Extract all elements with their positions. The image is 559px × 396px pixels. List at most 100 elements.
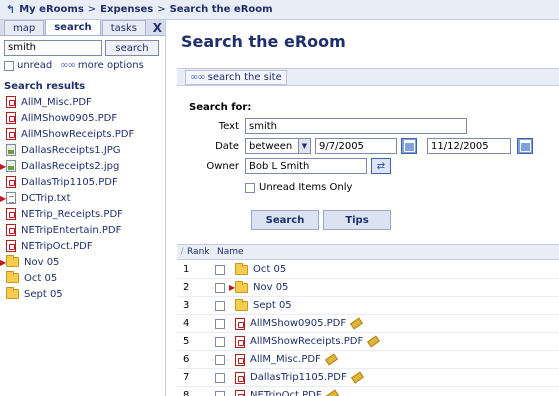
item-name-link[interactable]: AllMShowReceipts.PDF	[250, 336, 363, 347]
table-row[interactable]: 6 AllM_Misc.PDF	[177, 351, 559, 369]
pdf-icon	[235, 335, 245, 348]
tips-button[interactable]: Tips	[323, 210, 391, 230]
row-checkbox[interactable]	[215, 336, 225, 347]
search-result-label: Oct 05	[24, 272, 58, 284]
breadcrumb-item-expenses[interactable]: Expenses	[100, 4, 153, 15]
rank-column-header[interactable]: Rank	[187, 247, 217, 257]
edit-pencil-icon[interactable]	[350, 317, 364, 330]
search-for-heading: Search for:	[189, 102, 252, 113]
search-site-link[interactable]: ∞∞ search the site	[185, 69, 287, 85]
quick-search-input[interactable]: smith	[4, 40, 102, 56]
glasses-icon: ∞∞	[190, 71, 206, 83]
jpg-icon	[6, 160, 16, 172]
rank-cell: 2	[183, 282, 190, 293]
search-result-item[interactable]: DallasReceipts1.JPG	[0, 142, 165, 158]
search-result-item[interactable]: AllMShow0905.PDF	[0, 110, 165, 126]
owner-input[interactable]: Bob L Smith	[245, 158, 367, 174]
search-result-item[interactable]: NETripEntertain.PDF	[0, 222, 165, 238]
search-options-row: unread ∞∞ more options	[0, 58, 165, 73]
search-result-label: Sept 05	[24, 288, 63, 300]
row-checkbox[interactable]	[215, 300, 225, 311]
search-result-item[interactable]: AllM_Misc.PDF	[0, 94, 165, 110]
item-name-link[interactable]: DallasTrip1105.PDF	[250, 372, 347, 383]
quick-search: smith search	[0, 36, 165, 58]
pdf-icon	[235, 371, 245, 384]
rank-cell: 3	[183, 300, 190, 311]
search-results-heading: Search results	[4, 81, 86, 92]
site-search-bar: ∞∞ search the site	[177, 68, 559, 86]
row-checkbox[interactable]	[215, 354, 225, 365]
tab-tasks[interactable]: tasks	[101, 20, 146, 35]
table-row[interactable]: 1 Oct 05	[177, 261, 559, 279]
table-row[interactable]: 8 NETripOct.PDF	[177, 387, 559, 396]
breadcrumb-item-my-erooms[interactable]: My eRooms	[19, 4, 84, 15]
rank-cell: 4	[183, 318, 190, 329]
breadcrumb-separator: >	[157, 4, 166, 15]
pdf-icon	[235, 317, 245, 330]
edit-pencil-icon[interactable]	[325, 389, 339, 396]
quick-search-button[interactable]: search	[105, 40, 159, 56]
unread-only-checkbox[interactable]	[245, 182, 255, 193]
table-row[interactable]: 5 AllMShowReceipts.PDF	[177, 333, 559, 351]
rank-cell: 8	[183, 390, 190, 396]
folder-icon	[6, 271, 19, 283]
item-name-link[interactable]: NETripOct.PDF	[250, 390, 322, 396]
search-result-item[interactable]: Oct 05	[0, 270, 165, 286]
member-lookup-icon[interactable]: ⇄	[371, 158, 391, 174]
row-checkbox[interactable]	[215, 390, 225, 396]
pdf-icon	[6, 176, 16, 188]
item-name-link[interactable]: Nov 05	[253, 282, 288, 293]
results-table-header: ∕ Rank Name	[177, 244, 559, 260]
search-result-item[interactable]: Sept 05	[0, 286, 165, 302]
search-result-item[interactable]: ▶ Nov 05	[0, 254, 165, 270]
pdf-icon	[6, 208, 16, 220]
search-result-item[interactable]: AllMShowReceipts.PDF	[0, 126, 165, 142]
row-checkbox[interactable]	[215, 264, 225, 275]
edit-pencil-icon[interactable]	[350, 371, 364, 384]
item-name-link[interactable]: Sept 05	[253, 300, 292, 311]
edit-pencil-icon[interactable]	[367, 335, 381, 348]
table-row[interactable]: 3 Sept 05	[177, 297, 559, 315]
search-result-label: AllM_Misc.PDF	[21, 96, 92, 108]
up-arrow-icon[interactable]: ↰	[6, 3, 15, 16]
row-checkbox[interactable]	[215, 372, 225, 383]
breadcrumb-separator: >	[87, 4, 97, 15]
search-result-label: DallasReceipts1.JPG	[21, 144, 121, 156]
sort-icon[interactable]: ∕	[177, 247, 187, 257]
rank-cell: 6	[183, 354, 190, 365]
search-result-item[interactable]: NETrip_Receipts.PDF	[0, 206, 165, 222]
text-input[interactable]: smith	[245, 118, 467, 134]
search-result-item[interactable]: DallasTrip1105.PDF	[0, 174, 165, 190]
calendar-icon[interactable]	[517, 138, 533, 154]
date-to-input[interactable]: 11/12/2005	[427, 138, 511, 154]
chevron-down-icon: ▼	[298, 139, 310, 153]
table-row[interactable]: 4 AllMShow0905.PDF	[177, 315, 559, 333]
table-row[interactable]: 7 DallasTrip1105.PDF	[177, 369, 559, 387]
search-results-list: AllM_Misc.PDF AllMShow0905.PDF AllMShowRec…	[0, 94, 165, 302]
unread-checkbox[interactable]	[4, 60, 14, 71]
tab-map[interactable]: map	[4, 20, 45, 35]
search-result-item[interactable]: ▶ DallasReceipts2.jpg	[0, 158, 165, 174]
row-checkbox[interactable]	[215, 282, 225, 293]
search-button[interactable]: Search	[251, 210, 319, 230]
close-panel-button[interactable]: X	[153, 21, 162, 35]
name-column-header[interactable]: Name	[217, 247, 244, 257]
item-name-link[interactable]: Oct 05	[253, 264, 286, 275]
date-mode-value: between	[249, 140, 293, 152]
edit-pencil-icon[interactable]	[324, 353, 338, 366]
table-row[interactable]: 2 ▶ Nov 05	[177, 279, 559, 297]
more-options-link[interactable]: more options	[78, 60, 144, 71]
search-result-item[interactable]: ▶ DCTrip.txt	[0, 190, 165, 206]
search-site-label: search the site	[207, 71, 282, 83]
folder-icon	[235, 262, 248, 275]
row-checkbox[interactable]	[215, 318, 225, 329]
date-from-input[interactable]: 9/7/2005	[315, 138, 397, 154]
item-name-link[interactable]: AllMShow0905.PDF	[250, 318, 346, 329]
search-result-label: AllMShowReceipts.PDF	[21, 128, 135, 140]
tab-search[interactable]: search	[45, 20, 101, 35]
pdf-icon	[6, 112, 16, 124]
search-result-item[interactable]: NETripOct.PDF	[0, 238, 165, 254]
calendar-icon[interactable]	[401, 138, 417, 154]
item-name-link[interactable]: AllM_Misc.PDF	[250, 354, 321, 365]
date-mode-select[interactable]: between ▼	[245, 138, 311, 154]
